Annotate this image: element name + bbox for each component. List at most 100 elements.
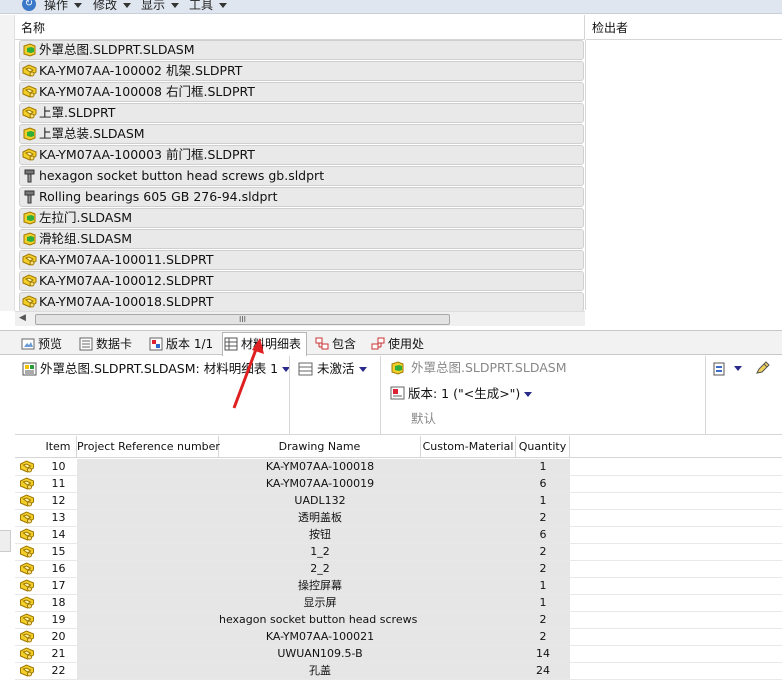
chevron-down-icon[interactable] [734, 366, 742, 371]
bom-selector[interactable]: 外罩总图.SLDPRT.SLDASM: 材料明细表 1 [40, 360, 291, 378]
cell-custom-material [421, 544, 516, 560]
version-dropdown[interactable]: 版本: 1 ("<生成>") [408, 385, 533, 403]
table-row[interactable]: 13 透明盖板 2 [15, 510, 782, 527]
column-header-name[interactable]: 名称 [15, 15, 585, 40]
part-icon [20, 528, 34, 541]
table-row[interactable]: 10 KA-YM07AA-100018 1 [15, 459, 782, 476]
header-item[interactable]: Item [40, 436, 77, 458]
tab-label: 材料明细表 [241, 337, 302, 351]
part-icon [20, 545, 34, 558]
horizontal-scrollbar[interactable]: ◀ III [15, 311, 585, 326]
column-header-checked-out-by[interactable]: 检出者 [586, 15, 782, 40]
cell-quantity: 2 [516, 629, 570, 645]
export-icon[interactable] [712, 362, 727, 376]
cell-quantity: 14 [516, 646, 570, 662]
part-icon [20, 494, 34, 507]
preview-icon [21, 338, 35, 350]
tab-label: 使用处 [388, 337, 425, 351]
bom-state-dropdown[interactable]: 未激活 [317, 360, 367, 378]
left-strip [0, 15, 15, 311]
cell-item: 14 [51, 528, 66, 541]
table-row[interactable]: 18 显示屏 1 [15, 595, 782, 612]
chevron-down-icon [74, 3, 83, 8]
file-list-item[interactable]: KA-YM07AA-100003 前门框.SLDPRT [19, 145, 584, 165]
cell-item: 22 [51, 664, 66, 677]
table-row[interactable]: 15 1_2 2 [15, 544, 782, 561]
table-row[interactable]: 12 UADL132 1 [15, 493, 782, 510]
table-row[interactable]: 22 孔盖 24 [15, 663, 782, 680]
file-list-item[interactable]: KA-YM07AA-100011.SLDPRT [19, 250, 584, 270]
file-list-item[interactable]: KA-YM07AA-100008 右门框.SLDPRT [19, 82, 584, 102]
cell-item: 21 [51, 647, 66, 660]
where-used-icon [371, 337, 385, 350]
header-drawing-name[interactable]: Drawing Name [219, 436, 421, 458]
file-name-label: hexagon socket button head screws gb.sld… [39, 168, 325, 183]
cell-item: 18 [51, 596, 66, 609]
panel-splitter-handle[interactable] [0, 530, 11, 552]
table-row[interactable]: 11 KA-YM07AA-100019 6 [15, 476, 782, 493]
file-name-label: KA-YM07AA-100011.SLDPRT [39, 252, 214, 267]
header-project-reference-number[interactable]: Project Reference number [77, 436, 220, 458]
cell-project-reference [77, 476, 219, 492]
cell-item: 12 [51, 494, 66, 507]
cell-quantity: 1 [516, 595, 570, 611]
cell-drawing-name: 操控屏幕 [219, 578, 421, 594]
cell-custom-material [421, 561, 516, 577]
part-icon [22, 64, 37, 77]
cell-project-reference [77, 663, 219, 679]
cell-item: 17 [51, 579, 66, 592]
table-row[interactable]: 16 2_2 2 [15, 561, 782, 578]
chevron-down-icon [171, 3, 180, 8]
edit-icon[interactable] [755, 361, 770, 375]
cell-custom-material [421, 527, 516, 543]
cell-quantity: 6 [516, 527, 570, 543]
menu-display[interactable]: 显示 [141, 0, 180, 13]
file-list-item[interactable]: 滑轮组.SLDASM [19, 229, 584, 249]
part-icon [20, 511, 34, 524]
file-list-item[interactable]: 上罩.SLDPRT [19, 103, 584, 123]
cell-quantity: 2 [516, 561, 570, 577]
version-icon [390, 386, 405, 400]
file-list-item[interactable]: hexagon socket button head screws gb.sld… [19, 166, 584, 186]
assembly-icon [23, 43, 36, 57]
file-name-label: 滑轮组.SLDASM [39, 231, 133, 246]
scroll-left-icon[interactable]: ◀ [19, 313, 26, 323]
menu-tools[interactable]: 工具 [189, 0, 228, 13]
cell-project-reference [77, 595, 219, 611]
menu-modify[interactable]: 修改 [93, 0, 132, 13]
table-row[interactable]: 14 按钮 6 [15, 527, 782, 544]
assembly-icon [23, 127, 36, 141]
table-row[interactable]: 19 hexagon socket button head screws gb 2 [15, 612, 782, 629]
bom-file-name: 外罩总图.SLDPRT.SLDASM [411, 360, 567, 375]
table-row[interactable]: 20 KA-YM07AA-100021 2 [15, 629, 782, 646]
file-list-item[interactable]: KA-YM07AA-100018.SLDPRT [19, 292, 584, 312]
cell-project-reference [77, 561, 219, 577]
table-row[interactable]: 17 操控屏幕 1 [15, 578, 782, 595]
scrollbar-thumb[interactable]: III [35, 314, 450, 325]
tab-bom[interactable]: 材料明细表 [222, 332, 308, 356]
cell-quantity: 2 [516, 544, 570, 560]
toolbox-part-icon [24, 169, 35, 183]
tab-preview[interactable]: 预览 [20, 333, 62, 355]
chevron-down-icon [123, 3, 132, 8]
chevron-down-icon [219, 3, 228, 8]
file-list-item[interactable]: Rolling bearings 605 GB 276-94.sldprt [19, 187, 584, 207]
header-quantity[interactable]: Quantity [516, 436, 570, 458]
file-list-item[interactable]: 上罩总装.SLDASM [19, 124, 584, 144]
cell-drawing-name: hexagon socket button head screws gb [219, 612, 421, 628]
tab-contains[interactable]: 包含 [314, 333, 356, 355]
part-icon [20, 647, 34, 660]
table-row[interactable]: 21 UWUAN109.5-B 14 [15, 646, 782, 663]
tab-datacard[interactable]: 数据卡 [78, 333, 132, 355]
file-list-item[interactable]: KA-YM07AA-100002 机架.SLDPRT [19, 61, 584, 81]
menu-operate[interactable]: 操作 [44, 0, 83, 13]
file-list-item[interactable]: 左拉门.SLDASM [19, 208, 584, 228]
file-list-item[interactable]: 外罩总图.SLDPRT.SLDASM [19, 40, 584, 60]
refresh-icon[interactable]: ↻ [22, 0, 36, 11]
header-custom-material[interactable]: Custom-Material [421, 436, 516, 458]
part-icon [22, 85, 37, 98]
divider [289, 356, 290, 435]
tab-where-used[interactable]: 使用处 [370, 333, 424, 355]
tab-version[interactable]: 版本 1/1 [148, 333, 213, 355]
file-list-item[interactable]: KA-YM07AA-100012.SLDPRT [19, 271, 584, 291]
